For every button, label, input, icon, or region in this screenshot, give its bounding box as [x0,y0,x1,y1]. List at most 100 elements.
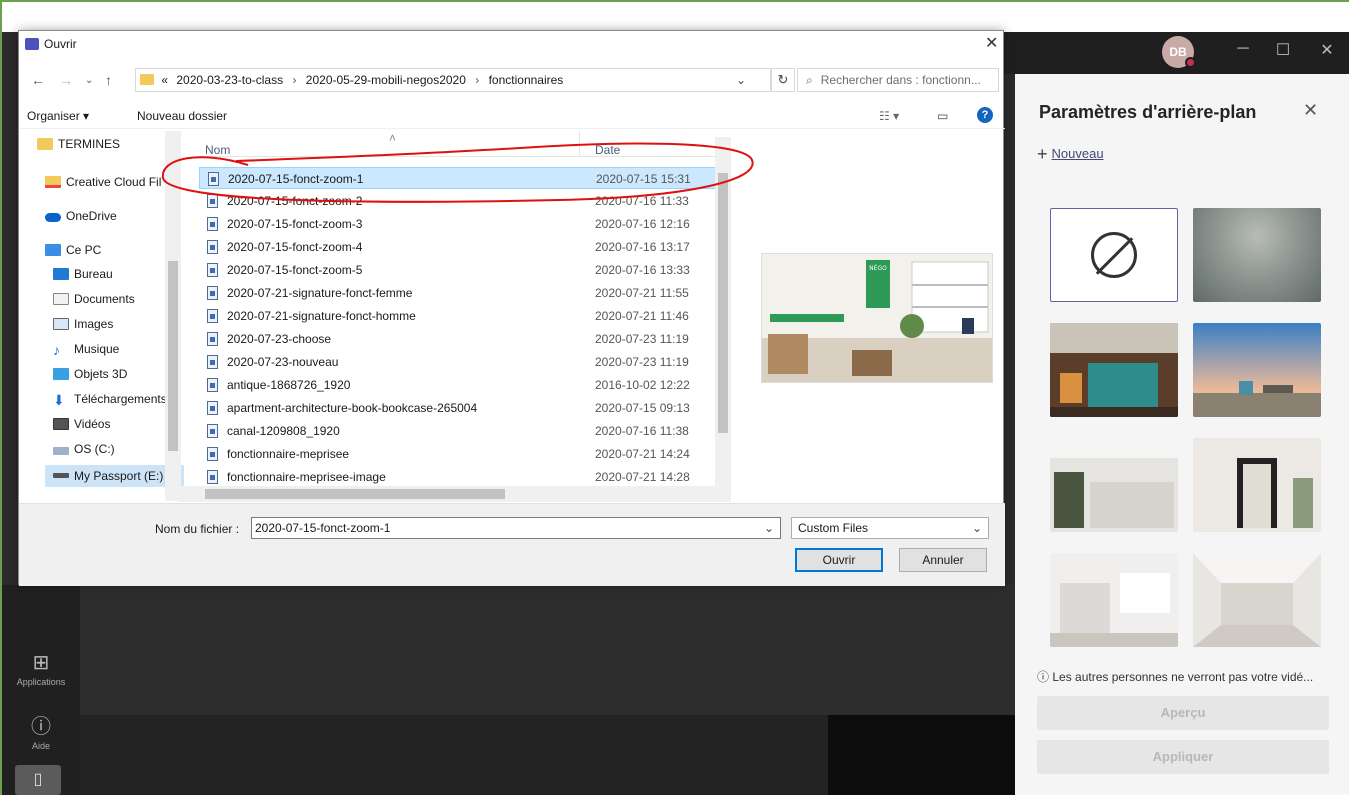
scrollbar-thumb[interactable] [205,489,505,499]
chevron-down-icon[interactable]: ⌄ [736,69,746,91]
up-arrow-icon[interactable]: ↑ [105,72,112,88]
file-row[interactable]: antique-1868726_1920 2016-10-02 12:22 [199,374,731,396]
horizontal-scrollbar[interactable] [179,486,731,502]
breadcrumb-item[interactable]: fonctionnaires [489,73,564,87]
address-bar[interactable]: « 2020-03-23-to-class › 2020-05-29-mobil… [135,68,771,92]
cancel-button[interactable]: Annuler [899,548,987,572]
background-white-room-window[interactable] [1050,438,1178,532]
images-icon [53,318,69,330]
busy-status-icon [1185,57,1196,68]
user-avatar[interactable]: DB [1162,36,1196,68]
nav-item-os-c[interactable]: OS (C:) [53,442,115,456]
help-icon[interactable]: ? [977,107,993,123]
navigation-row: ← → ⌄ ↑ « 2020-03-23-to-class › 2020-05-… [19,65,1005,95]
open-button[interactable]: Ouvrir [795,548,883,572]
refresh-icon[interactable]: ↻ [771,68,795,92]
minimize-icon[interactable]: ─ [1228,40,1258,58]
call-stage-lower [80,715,828,795]
nav-item-my-passport[interactable]: My Passport (E:) [45,465,184,487]
file-row[interactable]: 2020-07-23-choose 2020-07-23 11:19 [199,328,731,350]
navigation-scrollbar[interactable] [165,131,181,501]
path-overflow[interactable]: « [161,73,168,87]
new-label: Nouveau [1051,146,1104,161]
chevron-down-icon[interactable]: ⌄ [764,518,774,538]
image-file-icon [207,309,218,323]
file-date: 2020-07-23 11:19 [595,332,689,346]
breadcrumb-item[interactable]: 2020-03-23-to-class [176,73,283,87]
file-row[interactable]: 2020-07-21-signature-fonct-femme 2020-07-… [199,282,731,304]
close-icon[interactable]: ✕ [1303,100,1318,121]
file-row[interactable]: fonctionnaire-meprisee 2020-07-21 14:24 [199,443,731,465]
file-row[interactable]: fonctionnaire-meprisee-image 2020-07-21 1… [199,466,731,488]
nav-item-creative-cloud[interactable]: Creative Cloud Fil [45,175,161,189]
nav-item-bureau[interactable]: Bureau [53,267,113,281]
background-none[interactable] [1050,208,1178,302]
maximize-icon[interactable]: ☐ [1268,40,1298,60]
background-beach[interactable] [1193,323,1321,417]
back-arrow-icon[interactable]: ← [31,72,45,88]
nav-label: Vidéos [74,417,111,431]
recent-locations-chevron-icon[interactable]: ⌄ [85,75,93,86]
device-icon[interactable]: ▯ [15,765,61,795]
file-row[interactable]: 2020-07-21-signature-fonct-homme 2020-07-… [199,305,731,327]
column-date[interactable]: Date [595,143,620,157]
scrollbar-thumb[interactable] [168,261,178,451]
nav-item-images[interactable]: Images [53,317,113,331]
nav-item-telechargements[interactable]: ⬇ Téléchargements [53,392,167,407]
image-file-icon [208,172,219,186]
chevron-down-icon[interactable]: ⌄ [972,518,982,538]
breadcrumb-separator-icon: › [475,73,480,87]
nav-item-onedrive[interactable]: OneDrive [45,209,117,223]
filename-input[interactable]: 2020-07-15-fonct-zoom-1 ⌄ [251,517,781,539]
file-row[interactable]: 2020-07-15-fonct-zoom-5 2020-07-16 13:33 [199,259,731,281]
preview-button[interactable]: Aperçu [1037,696,1329,730]
image-file-icon [207,447,218,461]
new-folder-button[interactable]: Nouveau dossier [137,109,227,123]
creative-cloud-icon [45,176,61,188]
nav-item-objets-3d[interactable]: Objets 3D [53,367,127,381]
scrollbar-thumb[interactable] [718,173,728,433]
rail-item-help[interactable]: ⓘ Aide [2,710,80,751]
drive-icon [53,447,69,455]
search-input[interactable]: ⌕ Rechercher dans : fonctionn... [797,68,999,92]
organize-button[interactable]: Organiser ▾ [27,109,89,123]
plus-icon: + [1037,144,1048,164]
list-header: Nom ˄ Date [199,131,731,157]
nav-item-videos[interactable]: Vidéos [53,417,110,431]
file-row[interactable]: 2020-07-23-nouveau 2020-07-23 11:19 [199,351,731,373]
forward-arrow-icon[interactable]: → [59,72,73,88]
breadcrumb-item[interactable]: 2020-05-29-mobili-negos2020 [306,73,466,87]
nav-item-musique[interactable]: ♪ Musique [53,342,119,357]
background-blur[interactable] [1193,208,1321,302]
file-date: 2020-07-16 12:16 [595,217,690,231]
dialog-footer: Nom du fichier : 2020-07-15-fonct-zoom-1… [19,503,1005,586]
new-background-link[interactable]: + Nouveau [1037,144,1104,165]
background-white-hall[interactable] [1193,553,1321,647]
file-row[interactable]: 2020-07-15-fonct-zoom-3 2020-07-16 12:16 [199,213,731,235]
background-white-room-doorway[interactable] [1193,438,1321,532]
column-divider[interactable] [579,131,580,157]
nav-item-ce-pc[interactable]: Ce PC [45,243,101,257]
background-white-loft[interactable] [1050,553,1178,647]
file-row[interactable]: 2020-07-15-fonct-zoom-1 2020-07-15 15:31 [199,167,731,189]
file-type-select[interactable]: Custom Files ⌄ [791,517,989,539]
rail-label: Applications [16,677,66,687]
column-name[interactable]: Nom [205,143,230,157]
file-date: 2020-07-16 13:17 [595,240,690,254]
file-row[interactable]: 2020-07-15-fonct-zoom-4 2020-07-16 13:17 [199,236,731,258]
file-row[interactable]: apartment-architecture-book-bookcase-265… [199,397,731,419]
close-window-icon[interactable]: ✕ [1312,40,1342,60]
nav-item-documents[interactable]: Documents [53,292,135,306]
preview-pane-icon[interactable]: ▭ [937,109,948,123]
file-row[interactable]: canal-1209808_1920 2020-07-16 11:38 [199,420,731,442]
avatar-initials: DB [1169,45,1187,59]
file-row[interactable]: 2020-07-15-fonct-zoom-2 2020-07-16 11:33 [199,190,731,212]
nav-item-termines[interactable]: TERMINES [37,137,120,151]
apply-button[interactable]: Appliquer [1037,740,1329,774]
close-icon[interactable]: ✕ [985,33,998,53]
view-options-icon[interactable]: ☷ ▾ [879,109,899,123]
window-frame-top [0,0,1349,2]
file-list-scrollbar[interactable] [715,137,731,497]
background-office-teal[interactable] [1050,323,1178,417]
rail-item-applications[interactable]: ⊞ Applications [2,650,80,687]
